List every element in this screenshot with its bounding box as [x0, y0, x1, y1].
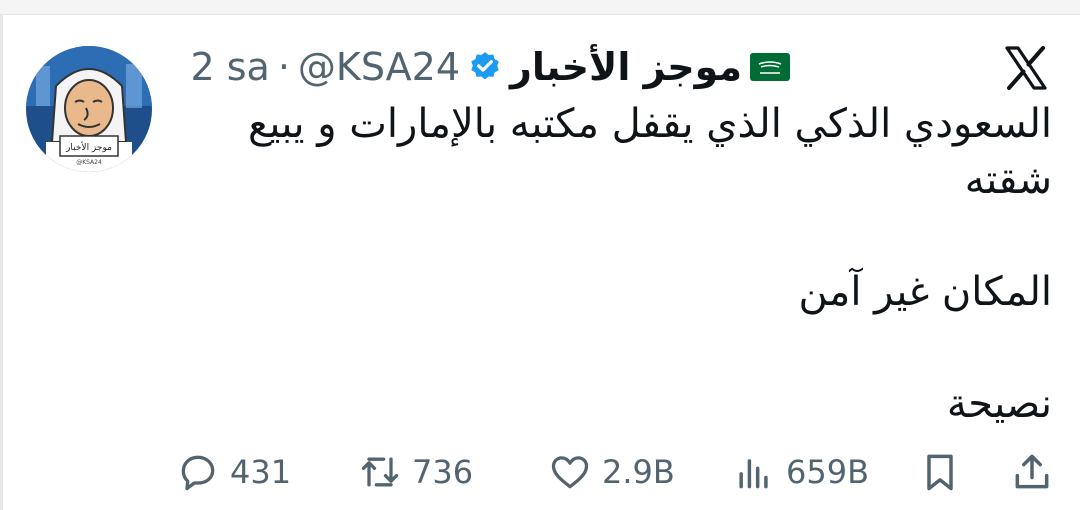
- header-separator: ·: [277, 45, 290, 89]
- heart-icon: [551, 456, 589, 489]
- tweet-text-line-3: المكان غير آمن: [798, 269, 1052, 315]
- retweet-icon: [361, 457, 399, 487]
- user-handle[interactable]: @KSA24: [298, 44, 460, 90]
- saudi-flag-icon: [750, 53, 790, 81]
- reply-icon: [181, 455, 215, 491]
- display-name[interactable]: موجز الأخبار: [510, 44, 742, 90]
- views-bar-chart-icon: [739, 459, 768, 489]
- views-button[interactable]: 659B: [732, 446, 869, 498]
- share-button[interactable]: [1010, 446, 1054, 498]
- verified-badge-icon: [471, 52, 499, 80]
- left-edge: [0, 14, 3, 510]
- tweet-text-line-4: نصيحة: [946, 381, 1052, 427]
- top-divider: [0, 0, 1080, 15]
- x-logo-icon[interactable]: [1002, 44, 1050, 92]
- bookmark-button[interactable]: [918, 446, 962, 498]
- retweet-button[interactable]: 736: [358, 446, 473, 498]
- tweet-timestamp[interactable]: 2 sa: [190, 44, 269, 90]
- like-button[interactable]: 2.9B: [548, 446, 675, 498]
- share-icon: [1015, 454, 1049, 489]
- bookmark-icon: [927, 454, 953, 491]
- tweet-text-line-2: شقته: [964, 157, 1052, 203]
- avatar-caption: موجز الأخبار: [65, 141, 112, 153]
- like-count: 2.9B: [602, 453, 675, 491]
- tweet-text-line-1: السعودي الذكي الذي يقفل مكتبه بالإمارات …: [247, 101, 1052, 147]
- reply-count: 431: [230, 453, 292, 491]
- avatar-caption-handle: @KSA24: [76, 159, 102, 166]
- reply-button[interactable]: 431: [176, 446, 291, 498]
- action-bar: 431 736 2.9B 659B: [0, 446, 1080, 498]
- avatar[interactable]: موجز الأخبار @KSA24: [26, 46, 152, 172]
- avatar-illustration: موجز الأخبار @KSA24: [26, 46, 152, 172]
- retweet-count: 736: [412, 453, 474, 491]
- views-count: 659B: [786, 453, 870, 491]
- tweet-header: موجز الأخبار @KSA24 · 2 sa: [190, 44, 790, 90]
